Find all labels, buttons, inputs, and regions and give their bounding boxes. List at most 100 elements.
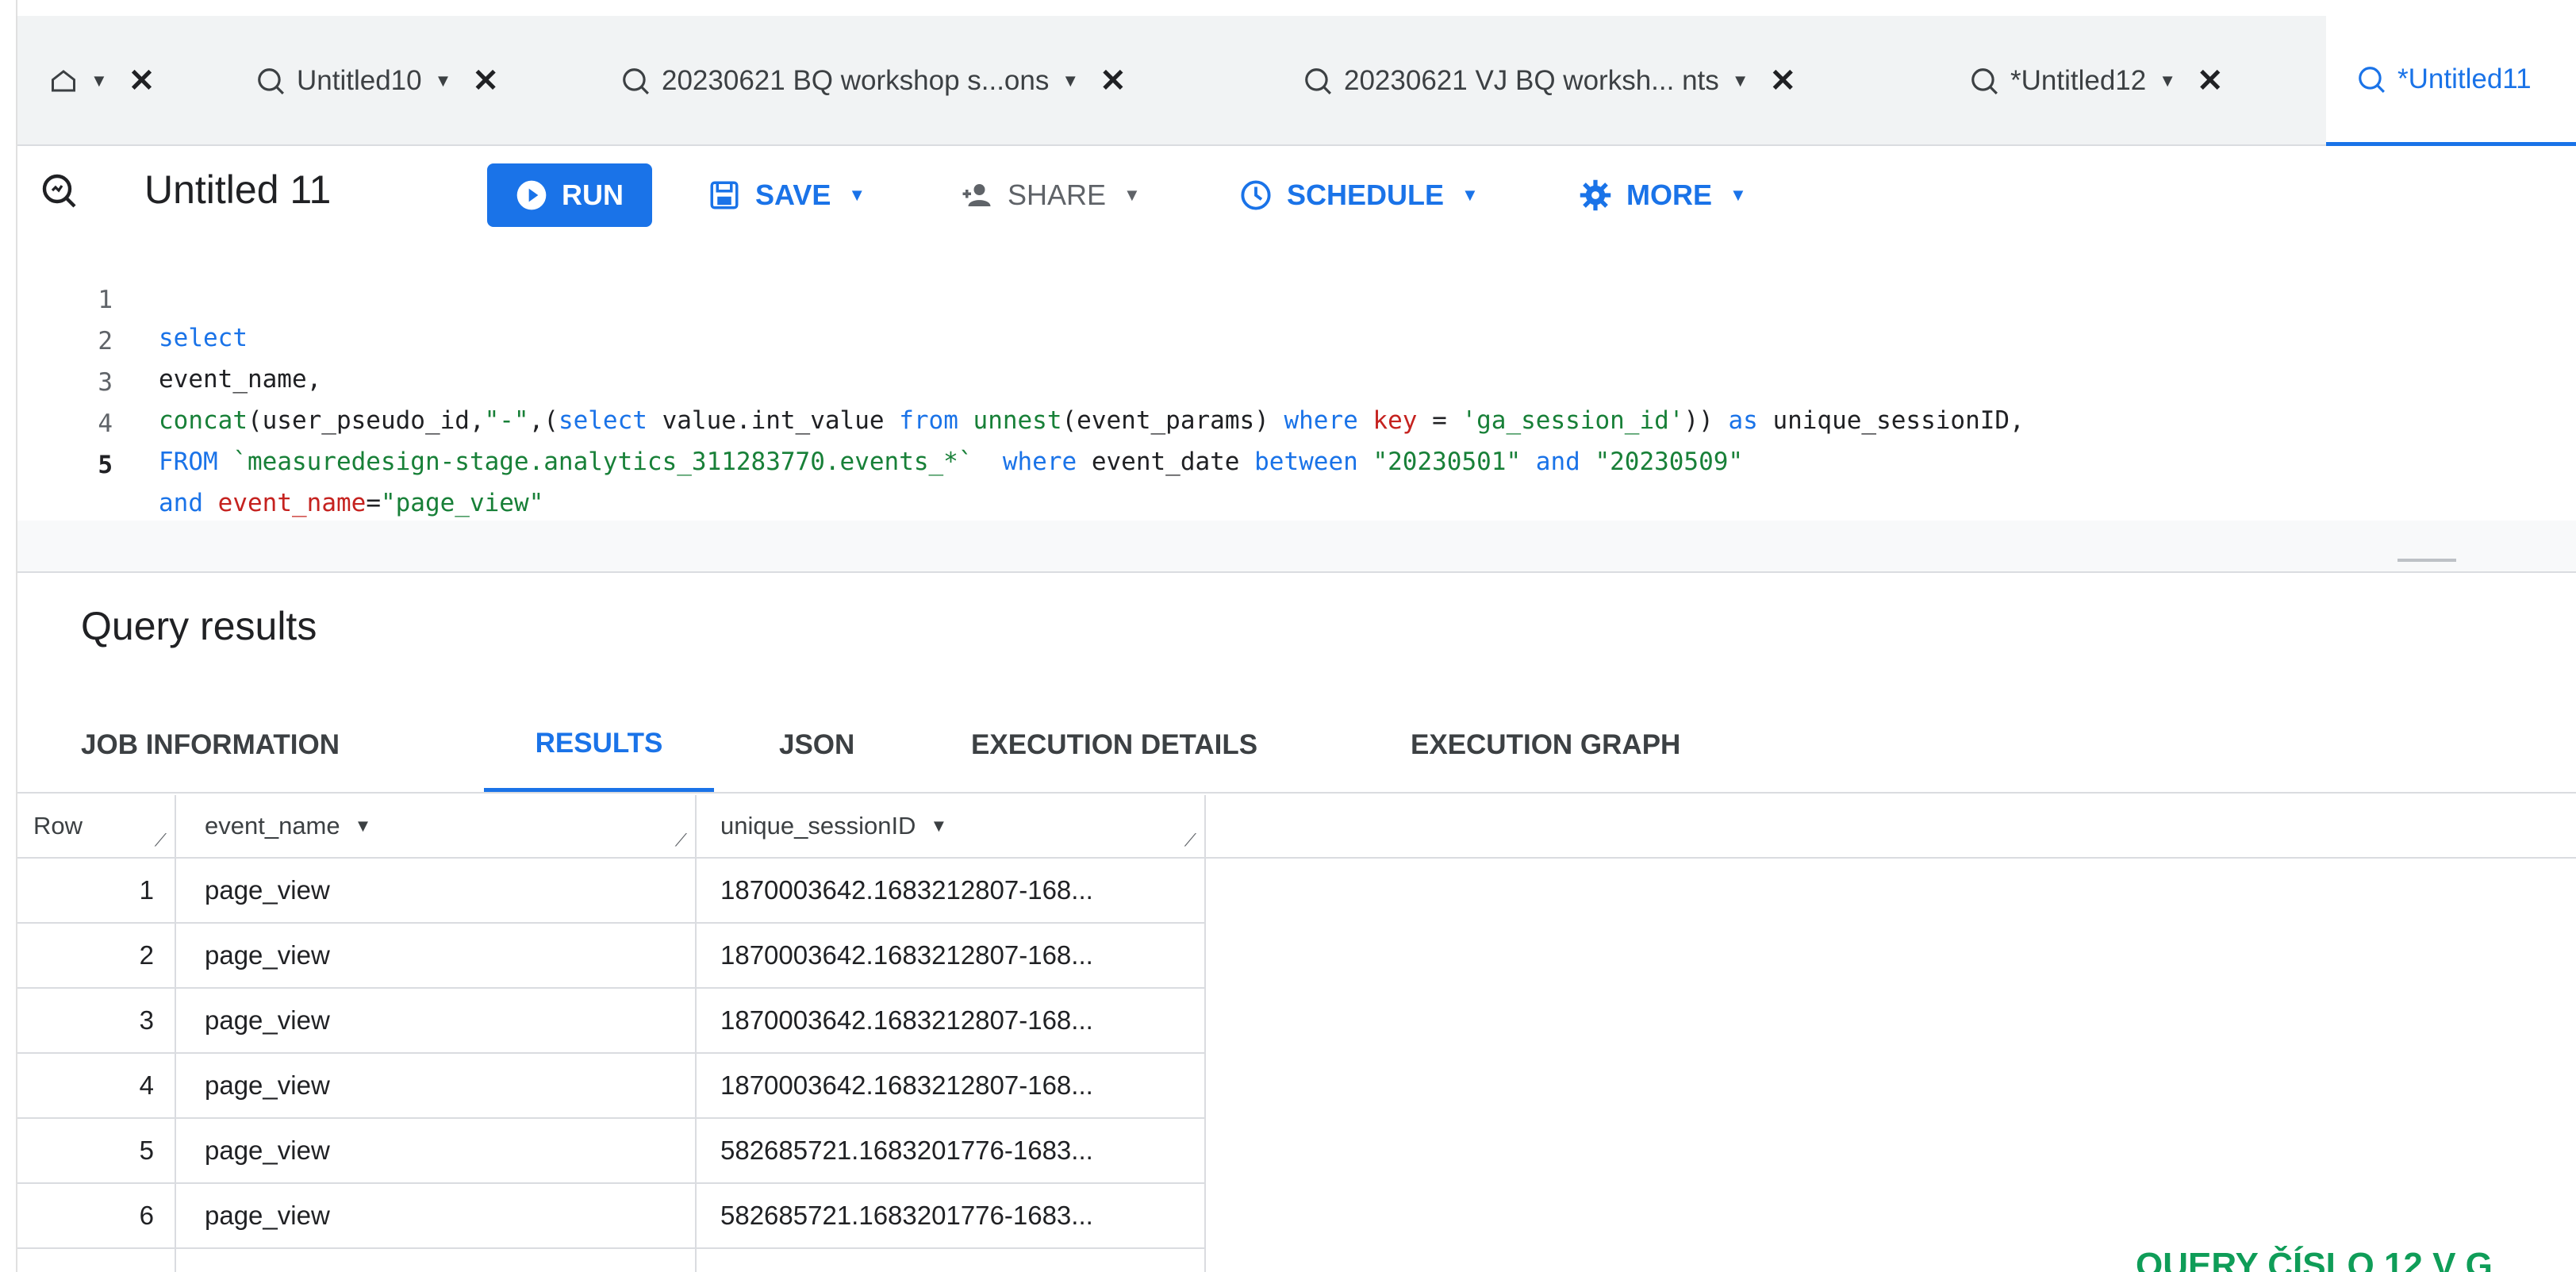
tab-vj-bq-workshop[interactable]: 20230621 VJ BQ worksh... nts ▼ ✕ [1303,16,1796,146]
tab-untitled12[interactable]: *Untitled12 ▼ ✕ [1969,16,2224,146]
sql-editor[interactable]: 1 select 2 event_name, 3 concat(user_pse… [17,235,2576,521]
code-token: event_date [1077,448,1255,476]
save-button[interactable]: SAVE ▼ [708,163,866,227]
close-icon[interactable]: ✕ [2197,63,2224,99]
code-token: from [899,406,958,435]
query-icon [258,68,284,94]
query-icon [42,174,76,208]
query-icon [1971,68,1998,94]
more-button[interactable]: MORE ▼ [1579,163,1747,227]
table-cell[interactable]: 1870003642.1683212807-168... [697,859,1206,924]
code-token: select [558,406,647,435]
run-button[interactable]: RUN [487,163,652,227]
table-cell-partial [176,1249,697,1272]
column-header-row[interactable]: Row ⟋ [17,795,176,859]
code-line: 2 event_name, [17,284,321,394]
table-cell[interactable]: page_view [176,1054,697,1119]
resize-handle-icon[interactable]: ⟋ [1184,830,1196,851]
add-person-icon [962,184,991,206]
table-cell[interactable]: page_view [176,1184,697,1249]
clock-icon [1241,180,1271,210]
tab-label: *Untitled12 [2010,65,2147,96]
row-number: 1 [17,859,176,924]
chevron-down-icon[interactable]: ▼ [355,816,372,836]
tab-execution-graph[interactable]: EXECUTION GRAPH [1411,698,1680,792]
schedule-button[interactable]: SCHEDULE ▼ [1239,163,1479,227]
drag-handle[interactable] [2397,559,2456,562]
row-number: 3 [17,989,176,1054]
tab-untitled11[interactable]: *Untitled11 [2326,16,2576,146]
code-token: = [1417,406,1462,435]
tab-results[interactable]: RESULTS [484,698,714,792]
code-token: and [1535,448,1580,476]
play-icon [516,180,547,210]
tab-untitled10[interactable]: Untitled10 ▼ ✕ [255,16,499,146]
tab-execution-details[interactable]: EXECUTION DETAILS [971,698,1257,792]
code-token: where [1002,448,1077,476]
table-cell[interactable]: 1870003642.1683212807-168... [697,924,1206,989]
query-icon [2359,66,2385,93]
column-header-label: unique_sessionID [720,812,916,840]
editor-tab-bar: ▼ ✕ Untitled10 ▼ ✕ 20230621 BQ workshop … [17,16,2576,146]
chevron-down-icon: ▼ [1729,185,1747,205]
chevron-down-icon: ▼ [1123,185,1141,205]
table-cell[interactable]: 1870003642.1683212807-168... [697,1054,1206,1119]
chevron-down-icon[interactable]: ▼ [435,71,452,91]
code-token: )) [1683,406,1729,435]
share-button[interactable]: SHARE ▼ [960,163,1141,227]
code-token: "-" [484,406,529,435]
chevron-down-icon[interactable]: ▼ [90,71,108,91]
chevron-down-icon[interactable]: ▼ [1732,71,1749,91]
code-line: 5 and event_name="page_view" [17,408,543,517]
save-icon [710,181,739,209]
table-cell[interactable]: page_view [176,924,697,989]
tab-bq-workshop-sessions[interactable]: 20230621 BQ workshop s...ons ▼ ✕ [620,16,1127,146]
close-icon[interactable]: ✕ [472,63,499,99]
chevron-down-icon: ▼ [1461,185,1479,205]
code-token: 'ga_session_id' [1461,406,1684,435]
chevron-down-icon[interactable]: ▼ [2159,71,2176,91]
window-left-edge [0,0,17,1272]
tab-home[interactable]: ▼ ✕ [49,16,155,146]
code-token: key [1372,406,1418,435]
table-cell[interactable]: 582685721.1683201776-1683... [697,1184,1206,1249]
table-cell[interactable]: 582685721.1683201776-1683... [697,1119,1206,1184]
tab-label: Untitled10 [297,65,422,96]
row-number: 6 [17,1184,176,1249]
column-header-event-name[interactable]: event_name ▼ ⟋ [176,795,697,859]
code-token: unique_sessionID, [1757,406,2025,435]
resize-handle-icon[interactable]: ⟋ [675,830,687,851]
editor-resize-bar[interactable] [17,521,2576,573]
code-token: = [366,489,381,517]
row-number: 5 [17,1119,176,1184]
query-icon [1305,68,1331,94]
table-cell[interactable]: page_view [176,989,697,1054]
code-line: 1 select [17,243,248,352]
run-label: RUN [562,179,624,211]
code-token: FROM [159,448,218,476]
query-toolbar: Untitled 11 RUN SAVE ▼ SHARE ▼ SCHEDULE … [17,148,2576,233]
code-token: ,( [528,406,559,435]
row-number-partial [17,1249,176,1272]
tab-job-information[interactable]: JOB INFORMATION [81,698,340,792]
chevron-down-icon[interactable]: ▼ [930,816,947,836]
chevron-down-icon[interactable]: ▼ [1061,71,1079,91]
tab-json[interactable]: JSON [779,698,854,792]
table-cell[interactable]: 1870003642.1683212807-168... [697,989,1206,1054]
table-cell[interactable]: page_view [176,859,697,924]
column-header-unique-session-id[interactable]: unique_sessionID ▼ ⟋ [697,795,1206,859]
table-cell[interactable]: page_view [176,1119,697,1184]
close-icon[interactable]: ✕ [1100,63,1127,99]
code-token: event_name [217,489,367,517]
row-number: 4 [17,1054,176,1119]
close-icon[interactable]: ✕ [1770,63,1797,99]
code-token: select [159,324,248,352]
gear-icon [1580,179,1611,211]
close-icon[interactable]: ✕ [129,63,155,99]
resize-handle-icon[interactable]: ⟋ [155,830,167,851]
